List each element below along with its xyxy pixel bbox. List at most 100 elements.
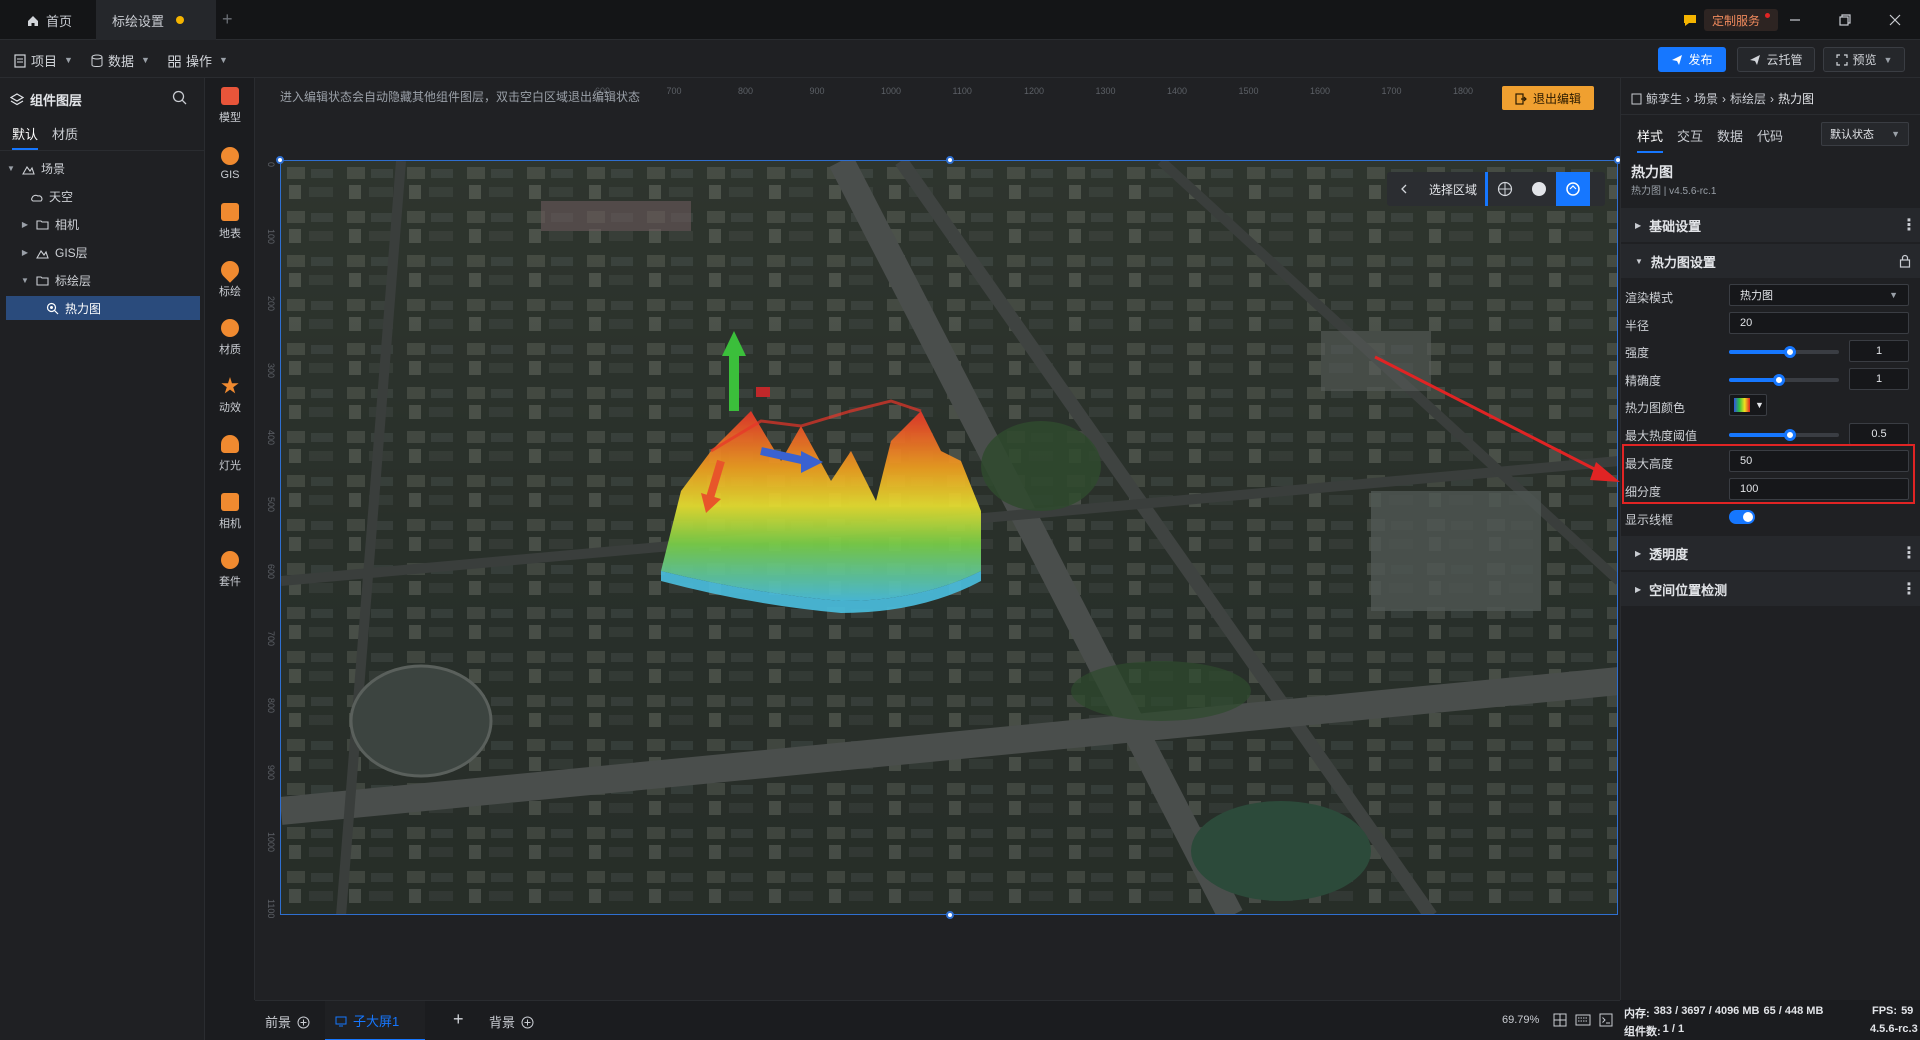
scene-viewport[interactable] <box>280 160 1618 915</box>
tree-item-plot-layer[interactable]: ▼ 标绘层 <box>6 268 200 292</box>
keyboard-icon[interactable] <box>1575 1014 1591 1029</box>
caret-down-icon: ▼ <box>7 163 15 173</box>
menu-data[interactable]: 数据 ▼ <box>91 49 150 71</box>
rail-effects[interactable]: 动效 <box>205 368 255 424</box>
tab-home[interactable]: 首页 <box>10 0 88 40</box>
fit-screen-icon[interactable] <box>1553 1013 1567 1030</box>
tab-style[interactable]: 样式 <box>1637 126 1664 153</box>
state-select-value: 默认状态 <box>1830 129 1874 141</box>
tab-data[interactable]: 数据 <box>1717 126 1743 151</box>
background-tab[interactable]: 背景 <box>489 1001 534 1040</box>
slider-handle[interactable] <box>1772 374 1785 386</box>
terminal-icon[interactable] <box>1599 1013 1613 1030</box>
rail-plot[interactable]: 标绘 <box>205 252 255 308</box>
render-mode-label: 渲染模式 <box>1625 291 1674 305</box>
rail-effects-label: 动效 <box>219 402 241 414</box>
precision-input[interactable]: 1 <box>1849 368 1909 390</box>
ruler-tick-label: 0 <box>266 162 276 167</box>
state-select[interactable]: 默认状态 ▼ <box>1821 122 1909 146</box>
chevron-left-icon[interactable] <box>1387 172 1421 206</box>
menu-project[interactable]: 项目 ▼ <box>14 49 73 71</box>
rail-camera-label: 相机 <box>219 518 241 530</box>
cloud-hosting-button[interactable]: 云托管 <box>1737 47 1815 72</box>
search-icon[interactable] <box>172 90 187 108</box>
chat-bubble-icon[interactable] <box>1682 11 1698 28</box>
rail-terrain[interactable]: 地表 <box>205 194 255 250</box>
section-spatial-detection[interactable]: ▶ 空间位置检测 ⋮ <box>1621 572 1920 606</box>
tree-item-camera[interactable]: ▶ 相机 <box>6 212 200 236</box>
tree-item-scene[interactable]: ▼ 场景 <box>6 156 200 180</box>
breadcrumb-item[interactable]: 标绘层 <box>1730 90 1766 107</box>
tree-item-gis[interactable]: ▶ GIS层 <box>6 240 200 264</box>
section-heatmap-settings[interactable]: ▼ 热力图设置 <box>1621 244 1920 278</box>
rail-kit[interactable]: 套件 <box>205 542 255 598</box>
tab-material[interactable]: 材质 <box>52 124 78 148</box>
more-vertical-icon[interactable]: ⋮ <box>1901 543 1917 563</box>
slider-handle[interactable] <box>1783 429 1796 441</box>
more-vertical-icon[interactable]: ⋮ <box>1901 215 1917 235</box>
tab-interaction[interactable]: 交互 <box>1677 126 1703 151</box>
resize-handle-top[interactable] <box>946 156 954 164</box>
add-circle-icon[interactable] <box>521 1013 534 1029</box>
new-tab-button[interactable]: + <box>222 9 233 30</box>
custom-service-button[interactable]: 定制服务 <box>1704 9 1779 31</box>
polygon-select-icon[interactable] <box>1556 172 1591 206</box>
add-circle-icon[interactable] <box>297 1013 310 1029</box>
rail-light[interactable]: 灯光 <box>205 426 255 482</box>
rail-model[interactable]: 模型 <box>205 78 255 134</box>
gis-layer-icon <box>36 245 49 259</box>
restore-icon[interactable] <box>1822 0 1868 40</box>
zoom-level[interactable]: 69.79% <box>1502 1014 1539 1026</box>
material-icon <box>221 319 239 337</box>
tree-item-sky[interactable]: 天空 <box>6 184 200 208</box>
menu-operation[interactable]: 操作 ▼ <box>168 49 228 71</box>
max-height-input[interactable]: 50 <box>1729 450 1909 472</box>
close-icon[interactable] <box>1872 0 1918 40</box>
breadcrumb-sep: › <box>1722 91 1727 106</box>
more-vertical-icon[interactable]: ⋮ <box>1901 579 1917 599</box>
rail-gis[interactable]: GIS <box>205 136 255 192</box>
render-mode-select[interactable]: 热力图 ▼ <box>1729 284 1909 306</box>
gpu-memory-value: 65 / 448 MB <box>1763 1005 1824 1017</box>
slider-handle[interactable] <box>1783 346 1796 358</box>
intensity-input[interactable]: 1 <box>1849 340 1909 362</box>
resize-handle-bottom[interactable] <box>946 911 954 919</box>
globe-icon[interactable] <box>1488 172 1522 206</box>
show-wireframe-toggle[interactable] <box>1729 510 1755 524</box>
breadcrumb-item[interactable]: 热力图 <box>1778 90 1814 107</box>
preview-button[interactable]: 预览 ▼ <box>1823 47 1905 72</box>
tab-default[interactable]: 默认 <box>12 124 39 150</box>
publish-button[interactable]: 发布 <box>1658 47 1726 72</box>
tree-item-heatmap[interactable]: 热力图 <box>6 296 200 320</box>
rail-camera[interactable]: 相机 <box>205 484 255 540</box>
section-basic-settings[interactable]: ▶ 基础设置 ⋮ <box>1621 208 1920 242</box>
caret-right-icon: ▶ <box>1635 584 1642 594</box>
exit-edit-label: 退出编辑 <box>1532 91 1581 106</box>
subdivision-input[interactable]: 100 <box>1729 478 1909 500</box>
lock-icon[interactable] <box>1899 254 1911 271</box>
circle-icon[interactable] <box>1522 172 1556 206</box>
precision-label: 精确度 <box>1625 374 1662 388</box>
minimize-icon[interactable] <box>1772 0 1818 40</box>
breadcrumb-item[interactable]: 场景 <box>1694 90 1718 107</box>
breadcrumb-item[interactable]: 鲸孪生 <box>1646 90 1682 107</box>
max-threshold-slider[interactable] <box>1729 425 1839 445</box>
resize-handle-top-left[interactable] <box>276 156 284 164</box>
foreground-tab[interactable]: 前景 <box>265 1001 310 1040</box>
screen-tab[interactable]: 子大屏1 <box>325 1001 425 1040</box>
rail-plot-label: 标绘 <box>219 286 241 298</box>
component-title: 热力图 <box>1631 164 1673 180</box>
tab-code[interactable]: 代码 <box>1757 126 1783 151</box>
max-threshold-input[interactable]: 0.5 <box>1849 423 1909 445</box>
radius-input[interactable]: 20 <box>1729 312 1909 334</box>
exit-edit-button[interactable]: 退出编辑 <box>1502 86 1594 110</box>
color-gradient-picker[interactable]: ▼ <box>1729 394 1767 416</box>
section-opacity[interactable]: ▶ 透明度 ⋮ <box>1621 536 1920 570</box>
select-region-label[interactable]: 选择区域 <box>1421 172 1489 206</box>
add-screen-button[interactable]: + <box>453 1009 464 1030</box>
precision-slider[interactable] <box>1729 370 1839 390</box>
rail-kit-label: 套件 <box>219 576 241 588</box>
rail-material[interactable]: 材质 <box>205 310 255 366</box>
tab-plot-settings[interactable]: 标绘设置 <box>96 0 216 40</box>
intensity-slider[interactable] <box>1729 342 1839 362</box>
